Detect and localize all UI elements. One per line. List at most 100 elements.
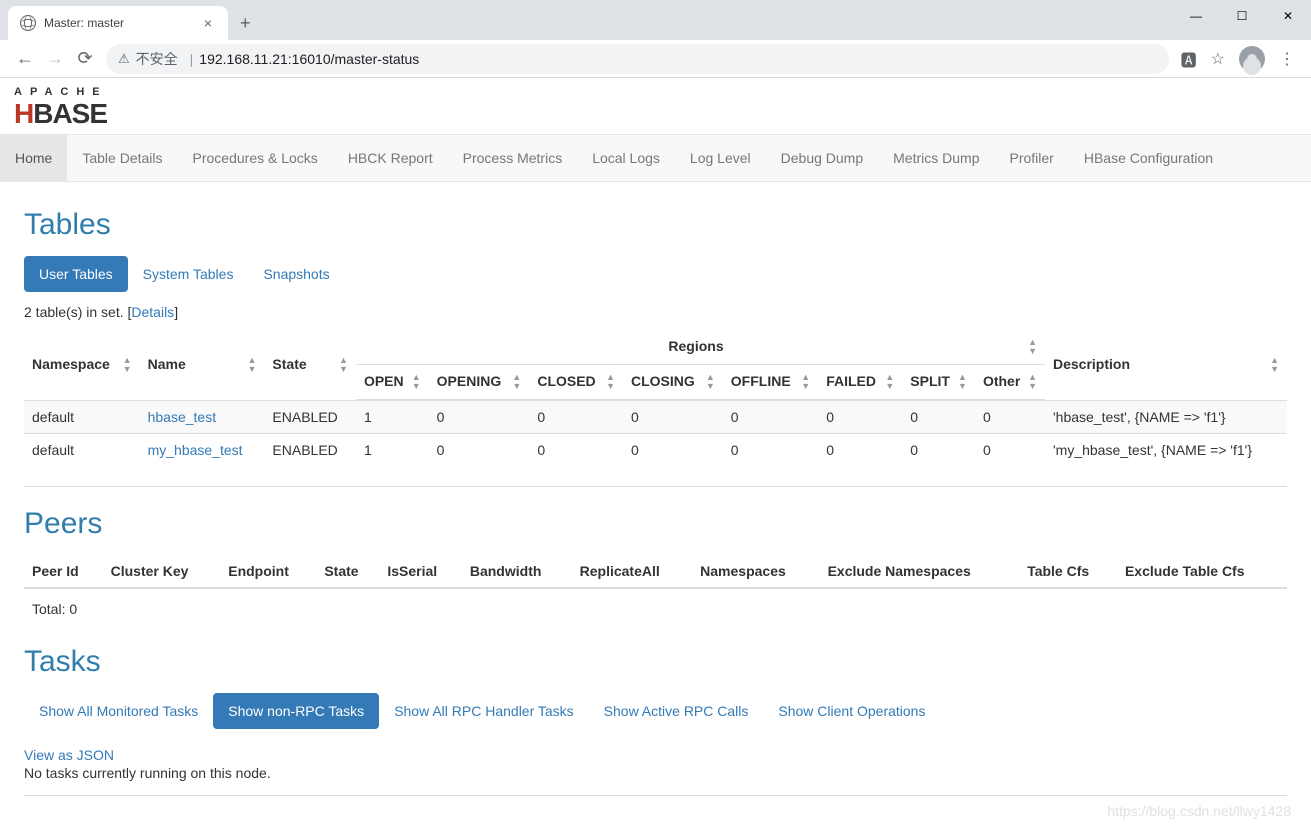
logo-hbase: HBASE [14, 98, 1297, 130]
table-row: default hbase_test ENABLED 1 0 0 0 0 0 0… [24, 400, 1287, 434]
browser-tab[interactable]: Master: master × [8, 6, 228, 40]
nav-local-logs[interactable]: Local Logs [577, 135, 675, 181]
col-table-cfs: Table Cfs [1019, 555, 1117, 588]
nav-home[interactable]: Home [0, 135, 67, 181]
separator: | [190, 51, 194, 67]
peers-total-row: Total: 0 [24, 588, 1287, 629]
tab-client-ops[interactable]: Show Client Operations [763, 693, 940, 729]
page-content: Tables User Tables System Tables Snapsho… [0, 182, 1311, 826]
nav-procedures[interactable]: Procedures & Locks [178, 135, 333, 181]
tab-system-tables[interactable]: System Tables [128, 256, 249, 292]
reload-button[interactable]: ⟳ [70, 48, 100, 69]
col-state: State [316, 555, 379, 588]
insecure-label: 不安全 [136, 49, 178, 69]
new-tab-button[interactable]: + [228, 5, 263, 42]
tab-non-rpc[interactable]: Show non-RPC Tasks [213, 693, 379, 729]
tasks-tabs: Show All Monitored Tasks Show non-RPC Ta… [24, 693, 1287, 729]
view-as-json-link[interactable]: View as JSON [24, 747, 114, 763]
sort-icon: ▲▼ [1028, 338, 1037, 356]
tab-active-rpc[interactable]: Show Active RPC Calls [589, 693, 764, 729]
nav-hbck-report[interactable]: HBCK Report [333, 135, 448, 181]
col-regions[interactable]: Regions▲▼ [356, 330, 1045, 365]
col-opening[interactable]: OPENING▲▼ [429, 365, 530, 401]
close-window-button[interactable]: ✕ [1265, 0, 1311, 32]
logo-apache: APACHE [14, 86, 1297, 98]
nav-profiler[interactable]: Profiler [995, 135, 1069, 181]
url-text: 192.168.11.21:16010/master-status [199, 51, 419, 67]
col-namespace[interactable]: Namespace▲▼ [24, 330, 140, 400]
close-icon[interactable]: × [200, 15, 216, 31]
col-failed[interactable]: FAILED▲▼ [818, 365, 902, 401]
address-bar[interactable]: ⚠ 不安全 | 192.168.11.21:16010/master-statu… [106, 44, 1169, 74]
col-exclude-table-cfs: Exclude Table Cfs [1117, 555, 1287, 588]
nav-hbase-config[interactable]: HBase Configuration [1069, 135, 1228, 181]
sort-icon: ▲▼ [885, 373, 894, 391]
col-cluster-key: Cluster Key [103, 555, 221, 588]
sort-icon: ▲▼ [339, 356, 348, 374]
nav-log-level[interactable]: Log Level [675, 135, 766, 181]
peers-table: Peer Id Cluster Key Endpoint State IsSer… [24, 555, 1287, 629]
col-open[interactable]: OPEN▲▼ [356, 365, 429, 401]
tab-snapshots[interactable]: Snapshots [248, 256, 344, 292]
col-description[interactable]: Description▲▼ [1045, 330, 1287, 400]
tab-user-tables[interactable]: User Tables [24, 256, 128, 292]
col-isserial: IsSerial [379, 555, 462, 588]
tab-title: Master: master [44, 16, 200, 30]
col-name[interactable]: Name▲▼ [140, 330, 265, 400]
table-link[interactable]: my_hbase_test [148, 442, 243, 458]
tab-all-rpc-handler[interactable]: Show All RPC Handler Tasks [379, 693, 588, 729]
sort-icon: ▲▼ [958, 373, 967, 391]
col-exclude-namespaces: Exclude Namespaces [820, 555, 1020, 588]
tab-all-monitored[interactable]: Show All Monitored Tasks [24, 693, 213, 729]
col-peer-id: Peer Id [24, 555, 103, 588]
sort-icon: ▲▼ [1270, 356, 1279, 374]
bookmark-icon[interactable]: ☆ [1211, 49, 1225, 69]
nav-table-details[interactable]: Table Details [67, 135, 177, 181]
sort-icon: ▲▼ [706, 373, 715, 391]
hbase-logo: APACHE HBASE [0, 78, 1311, 134]
back-button[interactable]: ← [10, 48, 40, 69]
col-endpoint: Endpoint [220, 555, 316, 588]
tables-tabs: User Tables System Tables Snapshots [24, 256, 1287, 292]
col-split[interactable]: SPLIT▲▼ [902, 365, 975, 401]
col-namespaces: Namespaces [692, 555, 819, 588]
sort-icon: ▲▼ [606, 373, 615, 391]
maximize-button[interactable]: ☐ [1219, 0, 1265, 32]
sort-icon: ▲▼ [248, 356, 257, 374]
user-tables-table: Namespace▲▼ Name▲▼ State▲▼ Regions▲▼ Des… [24, 330, 1287, 466]
col-state[interactable]: State▲▼ [264, 330, 356, 400]
nav-metrics-dump[interactable]: Metrics Dump [878, 135, 994, 181]
col-closed[interactable]: CLOSED▲▼ [529, 365, 623, 401]
window-controls: — ☐ ✕ [1173, 0, 1311, 32]
browser-chrome: Master: master × + — ☐ ✕ ← → ⟳ ⚠ 不安全 | 1… [0, 0, 1311, 78]
sort-icon: ▲▼ [412, 373, 421, 391]
tab-strip: Master: master × + — ☐ ✕ [0, 0, 1311, 40]
col-replicateall: ReplicateAll [572, 555, 693, 588]
nav-debug-dump[interactable]: Debug Dump [766, 135, 879, 181]
tasks-heading: Tasks [24, 645, 1287, 679]
globe-icon [20, 15, 36, 31]
col-bandwidth: Bandwidth [462, 555, 572, 588]
col-other[interactable]: Other▲▼ [975, 365, 1045, 401]
tables-summary: 2 table(s) in set. [Details] [24, 304, 1287, 320]
col-offline[interactable]: OFFLINE▲▼ [723, 365, 818, 401]
main-navbar: Home Table Details Procedures & Locks HB… [0, 134, 1311, 182]
translate-icon[interactable]: 🅰 [1181, 47, 1197, 71]
warning-icon: ⚠ [118, 51, 130, 67]
profile-avatar[interactable] [1239, 46, 1265, 72]
nav-process-metrics[interactable]: Process Metrics [448, 135, 578, 181]
details-link[interactable]: Details [131, 304, 174, 320]
kebab-menu-icon[interactable]: ⋮ [1279, 49, 1295, 69]
address-row: ← → ⟳ ⚠ 不安全 | 192.168.11.21:16010/master… [0, 40, 1311, 78]
sort-icon: ▲▼ [123, 356, 132, 374]
sort-icon: ▲▼ [801, 373, 810, 391]
minimize-button[interactable]: — [1173, 0, 1219, 32]
table-link[interactable]: hbase_test [148, 409, 217, 425]
col-closing[interactable]: CLOSING▲▼ [623, 365, 723, 401]
no-tasks-message: No tasks currently running on this node. [24, 765, 1287, 781]
peers-heading: Peers [24, 507, 1287, 541]
tables-heading: Tables [24, 208, 1287, 242]
toolbar-right: 🅰 ☆ ⋮ [1175, 46, 1301, 72]
sort-icon: ▲▼ [1028, 373, 1037, 391]
forward-button[interactable]: → [40, 48, 70, 69]
